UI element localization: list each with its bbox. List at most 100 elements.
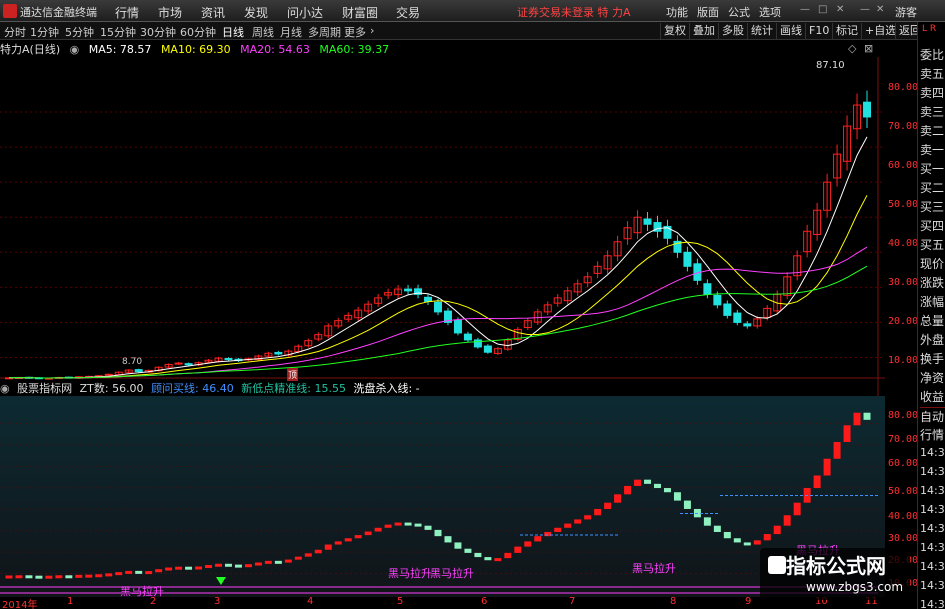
period-weekly[interactable]: 周线 <box>252 24 274 39</box>
indicator-bar <box>444 536 452 543</box>
period-daily[interactable]: 日线 <box>222 24 244 39</box>
x-axis-label: 4 <box>307 596 314 607</box>
indicator-axis-label: 60.00 <box>888 458 919 469</box>
menu-caifuquan[interactable]: 财富圈 <box>342 4 378 21</box>
rp-hangqing[interactable]: 行情 <box>920 426 945 444</box>
price-axis-label: 70.00 <box>888 121 919 132</box>
indicator-bar <box>743 542 751 546</box>
close-icon[interactable]: ✕ <box>876 4 885 16</box>
rp-buy2: 买二 <box>920 181 945 195</box>
indicator-bar <box>474 552 482 558</box>
menu-xuanxiang[interactable]: 选项 <box>759 4 781 20</box>
candle-body <box>723 303 732 316</box>
indicator-bar <box>414 523 422 527</box>
indicator-bar <box>284 559 292 563</box>
indicator-bar <box>733 538 741 543</box>
x-axis-label: 6 <box>481 596 488 607</box>
btn-diejia[interactable]: 叠加 <box>689 23 718 39</box>
indicator-bar <box>244 564 252 568</box>
indicator-bar <box>644 479 652 484</box>
diamond-icon[interactable]: ◇ <box>848 42 856 55</box>
menu-wenxiaoda[interactable]: 问小达 <box>287 4 323 21</box>
indicator-bar <box>384 524 392 528</box>
panel-mark[interactable]: L R <box>922 24 936 34</box>
indicator-bar <box>584 515 592 520</box>
close-icon[interactable]: ✕ <box>836 4 845 16</box>
period-60min[interactable]: 60分钟 <box>180 24 216 39</box>
rp-sell5: 卖五 <box>920 67 945 81</box>
indicator-bar <box>185 566 193 570</box>
period-toolbar: 分时 1分钟 5分钟 15分钟 30分钟 60分钟 日线 周线 月线 多周期 更… <box>0 22 945 40</box>
watermark-title: 指标公式网 <box>786 554 886 578</box>
btn-zixuan[interactable]: +自选 <box>861 23 899 39</box>
indicator-bar <box>713 525 721 532</box>
restore-icon[interactable]: □ <box>818 4 827 16</box>
indicator-bar <box>334 541 342 545</box>
indicator-bar <box>763 534 771 541</box>
indicator-bar <box>145 571 153 575</box>
indicator-bar <box>654 483 661 489</box>
period-1min[interactable]: 1分钟 <box>30 24 59 39</box>
chart-area[interactable] <box>0 57 885 597</box>
menu-banmian[interactable]: 版面 <box>697 4 719 20</box>
rp-earnings: 收益 <box>920 390 945 404</box>
x-axis-label: 5 <box>397 596 404 607</box>
period-15min[interactable]: 15分钟 <box>100 24 136 39</box>
indicator-name[interactable]: 股票指标网 <box>17 382 72 395</box>
minimize-icon[interactable]: — <box>800 4 810 16</box>
candle-body <box>424 296 433 302</box>
indicator-bar <box>55 575 63 579</box>
indicator-bar <box>793 502 801 516</box>
menu-hangqing[interactable]: 行情 <box>115 4 139 21</box>
indicator-bar <box>464 548 472 553</box>
menu-gongneng[interactable]: 功能 <box>666 4 688 20</box>
indicator-bar <box>434 529 442 537</box>
menu-gongshi[interactable]: 公式 <box>728 4 750 20</box>
btn-tongji[interactable]: 统计 <box>747 23 776 39</box>
stock-name[interactable]: 特力A(日线) <box>0 43 60 56</box>
ma60-value: MA60: 39.37 <box>319 43 390 56</box>
high-price-label: 87.10 <box>816 60 845 71</box>
period-5min[interactable]: 5分钟 <box>65 24 94 39</box>
indicator-bar <box>614 494 622 503</box>
ma10-value: MA10: 69.30 <box>160 43 231 56</box>
zt-count: ZT数: 56.00 <box>79 382 144 395</box>
menu-shichang[interactable]: 市场 <box>158 4 182 21</box>
candle-body <box>224 358 233 361</box>
indicator-bar <box>753 540 761 545</box>
settings-icon[interactable]: ◉ <box>70 43 80 56</box>
period-multi[interactable]: 多周期 <box>308 24 341 39</box>
indicator-bar <box>624 485 632 495</box>
indicator-bar <box>773 525 781 535</box>
period-30min[interactable]: 30分钟 <box>140 24 176 39</box>
btn-f10[interactable]: F10 <box>805 23 832 39</box>
candle-body <box>104 373 113 376</box>
candle-body <box>683 251 692 267</box>
period-monthly[interactable]: 月线 <box>280 24 302 39</box>
candle-body <box>434 301 442 313</box>
menu-jiaoyi[interactable]: 交易 <box>396 4 420 21</box>
period-more[interactable]: 更多 <box>344 24 366 39</box>
menu-zixun[interactable]: 资讯 <box>201 4 225 21</box>
btn-fuquan[interactable]: 复权 <box>660 23 689 39</box>
rp-sell1: 卖一 <box>920 143 945 157</box>
menu-faxian[interactable]: 发现 <box>244 4 268 21</box>
watermark-logo-icon <box>768 556 786 574</box>
btn-biaoji[interactable]: 标记 <box>832 23 861 39</box>
btn-duogu[interactable]: 多股 <box>718 23 747 39</box>
rp-net-asset: 净资 <box>920 371 945 385</box>
settings-icon[interactable]: ◉ <box>0 382 10 395</box>
rp-auto[interactable]: 自动 <box>920 407 945 425</box>
btn-huaxian[interactable]: 画线 <box>776 23 805 39</box>
indicator-bar <box>813 475 821 489</box>
tick-time: 14:35 <box>920 522 945 535</box>
guest-label[interactable]: 游客 <box>895 4 917 20</box>
price-axis-label: 60.00 <box>888 160 919 171</box>
close-icon[interactable]: ⊠ <box>864 42 873 55</box>
chevron-right-icon[interactable]: › <box>370 24 374 38</box>
indicator-bar <box>853 412 861 426</box>
candle-body <box>174 362 183 365</box>
period-fenshi[interactable]: 分时 <box>4 24 26 39</box>
candle-body <box>863 101 872 118</box>
minimize-icon[interactable]: — <box>860 4 870 16</box>
